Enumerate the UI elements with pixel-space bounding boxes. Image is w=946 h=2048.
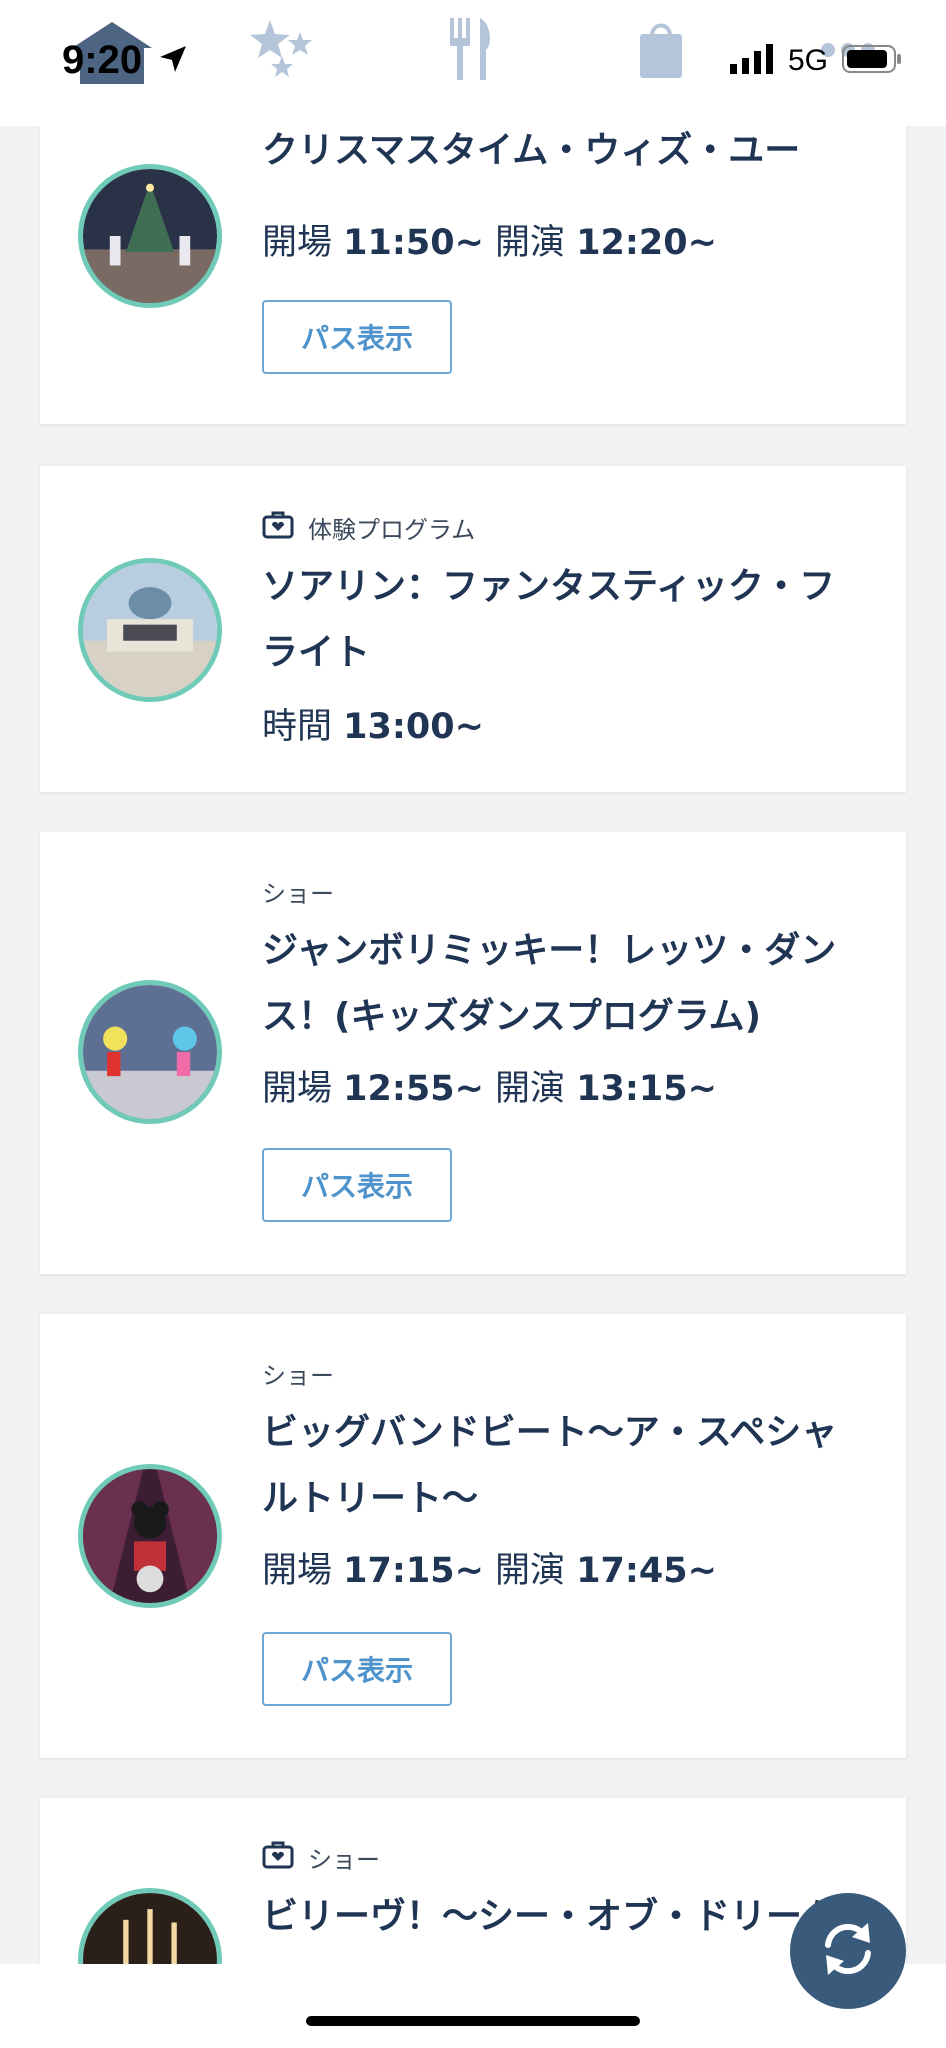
event-title: ソアリン：ファンタスティック・フ ライト	[262, 566, 836, 673]
event-category: 体験プログラム	[262, 510, 475, 545]
ticket-icon	[262, 1841, 294, 1875]
status-time: 9:20	[62, 38, 143, 82]
sparkle-stars-icon[interactable]	[250, 18, 320, 82]
battery-icon	[842, 44, 902, 78]
event-time: 開場 11:50~ 開演 12:20~	[262, 223, 717, 263]
refresh-icon	[816, 1917, 880, 1985]
home-indicator[interactable]	[306, 2016, 640, 2026]
carrier-label: 5G	[787, 44, 828, 77]
event-title: ジャンボリミッキー！レッツ・ダン ス！(キッズダンスプログラム)	[262, 930, 837, 1037]
event-category: ショー	[262, 880, 334, 908]
event-time: 時間 13:00~	[262, 707, 484, 747]
ticket-icon	[262, 511, 294, 545]
schedule-card[interactable]: クリスマスタイム・ウィズ・ユー 開場 11:50~ 開演 12:20~ パス表示	[40, 110, 906, 424]
event-time: 開場 17:15~ 開演 17:45~	[262, 1551, 717, 1591]
schedule-card[interactable]: ショー ジャンボリミッキー！レッツ・ダン ス！(キッズダンスプログラム) 開場 …	[40, 832, 906, 1274]
event-thumbnail	[78, 164, 222, 308]
show-pass-button[interactable]: パス表示	[262, 1632, 452, 1706]
event-time: 開場 12:55~ 開演 13:15~	[262, 1069, 717, 1109]
event-thumbnail	[78, 1464, 222, 1608]
event-thumbnail	[78, 980, 222, 1124]
event-title: ビッグバンドビート〜ア・スペシャ ルトリート〜	[262, 1412, 838, 1519]
schedule-card[interactable]: ショー ビッグバンドビート〜ア・スペシャ ルトリート〜 開場 17:15~ 開演…	[40, 1314, 906, 1758]
shopping-bag-icon[interactable]	[638, 18, 684, 84]
signal-icon	[729, 44, 774, 78]
show-pass-button[interactable]: パス表示	[262, 1148, 452, 1222]
schedule-card[interactable]: 体験プログラム ソアリン：ファンタスティック・フ ライト 時間 13:00~	[40, 466, 906, 792]
restaurant-icon[interactable]	[448, 18, 496, 84]
location-arrow-icon	[158, 44, 188, 78]
top-bar: 9:20 5G	[0, 0, 946, 126]
refresh-button[interactable]	[790, 1893, 906, 2009]
event-title: クリスマスタイム・ウィズ・ユー	[262, 130, 801, 171]
event-title: ビリーヴ！〜シー・オブ・ドリーム	[262, 1896, 837, 1937]
status-indicators: 5G	[729, 44, 902, 78]
event-category: ショー	[262, 1362, 334, 1390]
show-pass-button[interactable]: パス表示	[262, 300, 452, 374]
event-thumbnail	[78, 558, 222, 702]
event-category: ショー	[262, 1840, 380, 1875]
